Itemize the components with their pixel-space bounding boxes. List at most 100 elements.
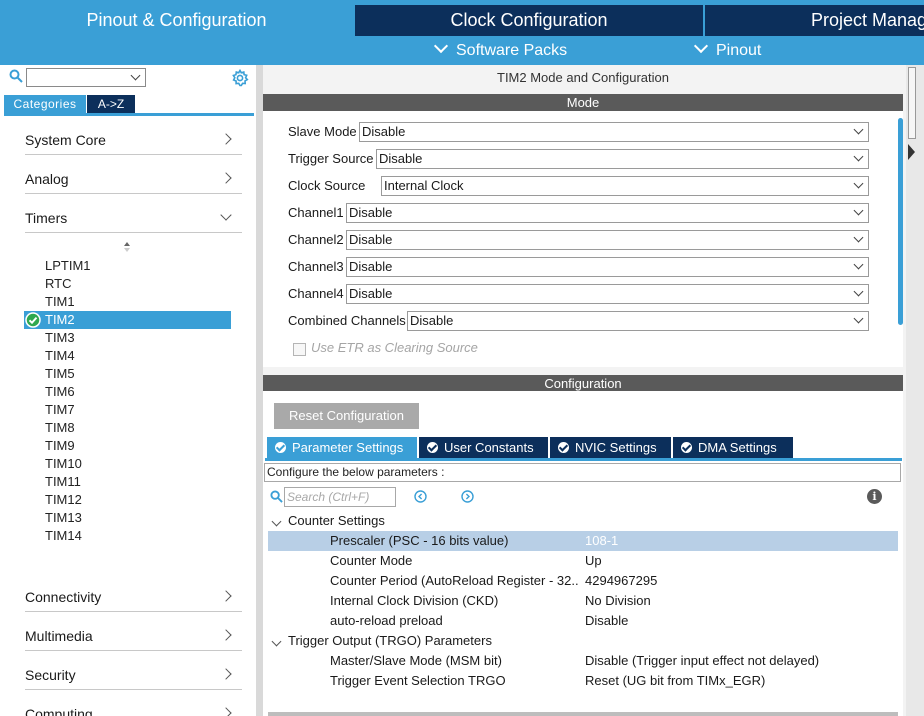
timer-item-tim11[interactable]: TIM11	[45, 473, 81, 491]
param-row-prescaler[interactable]: Prescaler (PSC - 16 bits value) 108-1	[268, 531, 898, 551]
param-value[interactable]: Disable	[585, 611, 628, 631]
category-computing[interactable]: Computing	[25, 700, 242, 716]
timer-item-rtc[interactable]: RTC	[45, 275, 71, 293]
param-value[interactable]: No Division	[585, 591, 651, 611]
slave-mode-select[interactable]: Disable	[359, 122, 869, 142]
slave-mode-value: Disable	[362, 124, 406, 139]
clock-source-select[interactable]: Internal Clock	[381, 176, 869, 196]
category-label: System Core	[25, 132, 106, 148]
previous-match-icon[interactable]	[414, 490, 427, 503]
param-row-master-slave-mode[interactable]: Master/Slave Mode (MSM bit) Disable (Tri…	[268, 651, 898, 671]
timer-item-tim5[interactable]: TIM5	[45, 365, 75, 383]
group-trigger-output[interactable]: Trigger Output (TRGO) Parameters	[288, 631, 492, 651]
tab-categories[interactable]: Categories	[4, 95, 86, 113]
category-connectivity[interactable]: Connectivity	[25, 583, 242, 612]
tab-underline	[265, 458, 902, 461]
side-scrollbar-thumb[interactable]	[908, 67, 916, 139]
info-icon[interactable]: i	[867, 489, 882, 504]
timer-item-tim9[interactable]: TIM9	[45, 437, 75, 455]
sort-icon[interactable]	[122, 240, 132, 254]
param-value[interactable]: Up	[585, 551, 602, 571]
clock-source-value: Internal Clock	[384, 178, 464, 193]
param-row-counter-period[interactable]: Counter Period (AutoReload Register - 32…	[268, 571, 898, 591]
tab-a-to-z[interactable]: A->Z	[87, 95, 135, 113]
channel3-select[interactable]: Disable	[346, 257, 869, 277]
chevron-right-icon	[220, 133, 232, 145]
param-name: Internal Clock Division (CKD)	[330, 593, 499, 608]
horizontal-scrollbar[interactable]	[268, 712, 898, 716]
param-name: Prescaler (PSC - 16 bits value)	[330, 533, 509, 548]
chevron-down-icon	[693, 38, 709, 54]
chevron-right-icon	[220, 707, 232, 716]
tab-user-constants[interactable]: User Constants	[419, 437, 548, 458]
parameter-search-input[interactable]: Search (Ctrl+F)	[284, 487, 396, 507]
param-name: Master/Slave Mode (MSM bit)	[330, 653, 502, 668]
param-value[interactable]: 108-1	[585, 531, 618, 551]
param-value[interactable]: Reset (UG bit from TIMx_EGR)	[585, 671, 765, 691]
channel1-value: Disable	[349, 205, 393, 220]
timer-item-tim3[interactable]: TIM3	[45, 329, 75, 347]
combined-channels-value: Disable	[410, 313, 454, 328]
timer-item-tim12[interactable]: TIM12	[45, 491, 82, 509]
next-match-icon[interactable]	[461, 490, 474, 503]
group-counter-settings[interactable]: Counter Settings	[288, 511, 385, 531]
category-analog[interactable]: Analog	[25, 165, 242, 194]
tab-pinout-configuration[interactable]: Pinout & Configuration	[0, 5, 353, 36]
timer-item-tim4[interactable]: TIM4	[45, 347, 75, 365]
param-name: Counter Period (AutoReload Register - 32…	[330, 573, 578, 588]
timer-item-lptim1[interactable]: LPTIM1	[45, 257, 91, 275]
tab-clock-configuration[interactable]: Clock Configuration	[355, 5, 703, 36]
channel2-select[interactable]: Disable	[346, 230, 869, 250]
param-row-counter-mode[interactable]: Counter Mode Up	[268, 551, 898, 571]
tab-project-manager[interactable]: Project Manager	[705, 5, 924, 36]
tab-dma-settings[interactable]: DMA Settings	[673, 437, 793, 458]
channel1-label: Channel1	[288, 205, 344, 220]
mode-section-header: Mode	[263, 94, 903, 111]
category-security[interactable]: Security	[25, 661, 242, 690]
chevron-down-icon	[853, 205, 864, 216]
use-etr-checkbox[interactable]	[293, 343, 306, 356]
timer-item-tim8[interactable]: TIM8	[45, 419, 75, 437]
chevron-right-icon	[220, 590, 232, 602]
category-label: Multimedia	[25, 628, 93, 644]
timer-item-tim10[interactable]: TIM10	[45, 455, 82, 473]
channel4-select[interactable]: Disable	[346, 284, 869, 304]
tab-nvic-settings[interactable]: NVIC Settings	[550, 437, 671, 458]
timer-item-tim7[interactable]: TIM7	[45, 401, 75, 419]
category-timers[interactable]: Timers	[25, 204, 242, 233]
param-row-auto-reload-preload[interactable]: auto-reload preload Disable	[268, 611, 898, 631]
combined-channels-select[interactable]: Disable	[407, 311, 869, 331]
param-value[interactable]: 4294967295	[585, 571, 657, 591]
trigger-source-select[interactable]: Disable	[376, 149, 869, 169]
chevron-down-icon	[220, 209, 232, 221]
page-title: TIM2 Mode and Configuration	[497, 70, 669, 85]
chevron-right-icon	[220, 172, 232, 184]
channel1-select[interactable]: Disable	[346, 203, 869, 223]
tab-parameter-settings[interactable]: Parameter Settings	[267, 437, 417, 458]
timer-item-tim14[interactable]: TIM14	[45, 527, 82, 545]
pinout-menu[interactable]: Pinout	[693, 38, 761, 63]
param-name: auto-reload preload	[330, 613, 443, 628]
category-system-core[interactable]: System Core	[25, 126, 242, 155]
mode-scrollbar-thumb[interactable]	[898, 118, 903, 325]
chevron-right-icon	[220, 629, 232, 641]
param-value[interactable]: Disable (Trigger input effect not delaye…	[585, 651, 819, 671]
param-row-trigger-event-selection[interactable]: Trigger Event Selection TRGO Reset (UG b…	[268, 671, 898, 691]
timer-item-tim1[interactable]: TIM1	[45, 293, 75, 311]
search-icon[interactable]	[9, 69, 23, 83]
collapse-arrow-icon[interactable]	[907, 143, 917, 161]
timer-item-tim13[interactable]: TIM13	[45, 509, 82, 527]
category-multimedia[interactable]: Multimedia	[25, 622, 242, 651]
reset-configuration-button[interactable]: Reset Configuration	[274, 403, 419, 429]
software-packs-menu[interactable]: Software Packs	[433, 38, 567, 63]
timer-item-tim2[interactable]: TIM2	[45, 311, 75, 329]
sidebar-splitter[interactable]	[256, 65, 263, 716]
param-row-clock-division[interactable]: Internal Clock Division (CKD) No Divisio…	[268, 591, 898, 611]
chevron-down-icon	[853, 178, 864, 189]
configuration-section-header: Configuration	[263, 375, 903, 392]
trigger-source-label: Trigger Source	[288, 151, 374, 166]
category-search-combobox[interactable]	[26, 68, 146, 87]
timer-item-tim6[interactable]: TIM6	[45, 383, 75, 401]
gear-icon[interactable]	[231, 69, 249, 87]
side-scroll-strip[interactable]	[906, 65, 924, 716]
